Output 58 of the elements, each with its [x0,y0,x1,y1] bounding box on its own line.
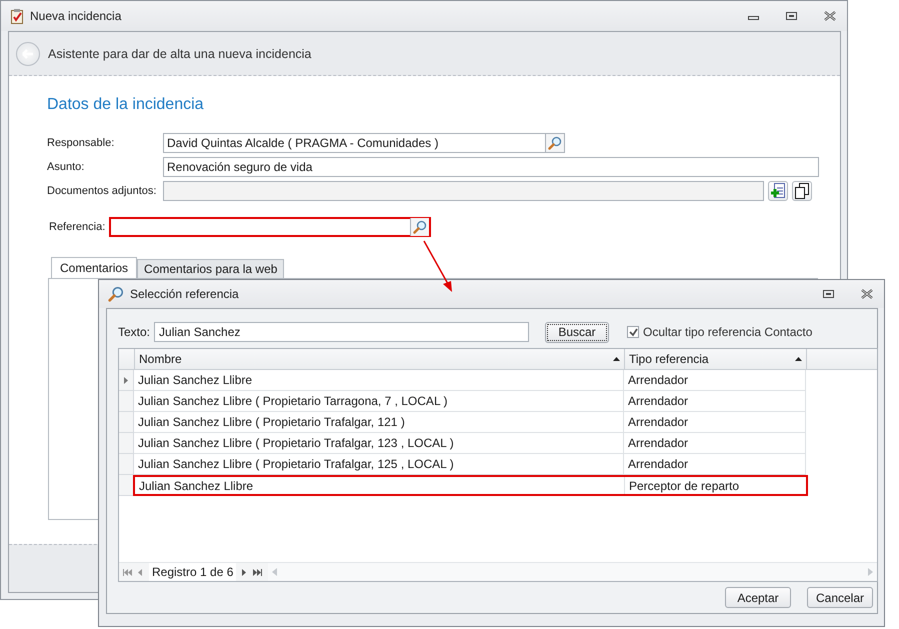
copy-button[interactable] [792,181,812,201]
table-cell-text: Perceptor de reparto [628,478,740,494]
next-record-icon[interactable] [242,568,248,576]
checkbox[interactable] [627,326,640,338]
column-header[interactable]: Tipo referencia [625,349,807,369]
column-title: Tipo referencia [629,352,709,366]
table-cell: Arrendador [624,370,806,390]
search-button[interactable]: Buscar [545,322,610,342]
field-label: Documentos adjuntos: [47,185,156,197]
row-indicator[interactable] [119,475,134,496]
annotation-arrow [423,240,452,292]
table-cell: Arrendador [624,454,806,474]
tab[interactable]: Comentarios para la web [137,259,284,278]
field-label: Responsable: [47,137,114,149]
dialog-button[interactable]: Aceptar [725,587,791,608]
search-icon [413,220,428,234]
input-field[interactable]: Renovación seguro de vida [163,157,819,177]
field-label: Texto: [118,325,150,339]
add-document-button[interactable] [768,181,788,201]
clipboard-icon [10,8,24,24]
input-field[interactable]: David Quintas Alcalde ( PRAGMA - Comunidades ) [163,133,565,153]
table-cell: Julian Sanchez Llibre ( Propietario Tarragona, 7 , LOCAL ) [134,391,624,411]
column-header[interactable]: Nombre [135,349,625,369]
section-title: Datos de la incidencia [47,96,204,114]
wizard-header: Asistente para dar de alta una nueva incidencia [48,46,312,60]
search-button[interactable] [545,134,564,152]
window-title: Nueva incidencia [30,9,122,23]
table-cell: Arrendador [624,391,806,411]
row-indicator[interactable] [119,370,134,391]
table-cell: Arrendador [624,433,806,453]
maximize-icon[interactable] [785,11,799,21]
copy-icon [794,183,810,199]
close-icon[interactable] [823,11,837,21]
record-counter: Registro 1 de 6 [149,563,236,581]
input-field[interactable] [109,217,432,237]
table-cell: Julian Sanchez Llibre [135,477,625,494]
field-label: Asunto: [47,161,84,173]
dialog-button[interactable]: Cancelar [807,587,873,608]
add-document-icon [770,183,786,199]
search-button[interactable] [410,218,430,236]
last-record-icon[interactable] [253,568,262,576]
table-cell: Julian Sanchez Llibre [134,370,624,390]
search-field[interactable]: Julian Sanchez [154,322,530,342]
search-icon [548,136,562,150]
tab[interactable]: Comentarios [51,257,138,278]
maximize-icon[interactable] [822,289,836,299]
column-title: Nombre [139,352,182,366]
table-cell: Julian Sanchez Llibre ( Propietario Trafalgar, 125 , LOCAL ) [134,454,624,474]
dialog-title: Selección referencia [130,287,239,301]
checkbox-label: Ocultar tipo referencia Contacto [643,325,812,339]
table-cell: Julian Sanchez Llibre ( Propietario Trafalgar, 121 ) [134,412,624,432]
table-cell: Arrendador [624,412,806,432]
search-icon [108,286,124,302]
previous-record-icon[interactable] [138,568,143,576]
close-icon[interactable] [860,289,874,299]
first-record-icon[interactable] [123,568,132,576]
field-label: Referencia: [49,221,106,233]
table-cell: Julian Sanchez Llibre ( Propietario Trafalgar, 123 , LOCAL ) [134,433,624,453]
